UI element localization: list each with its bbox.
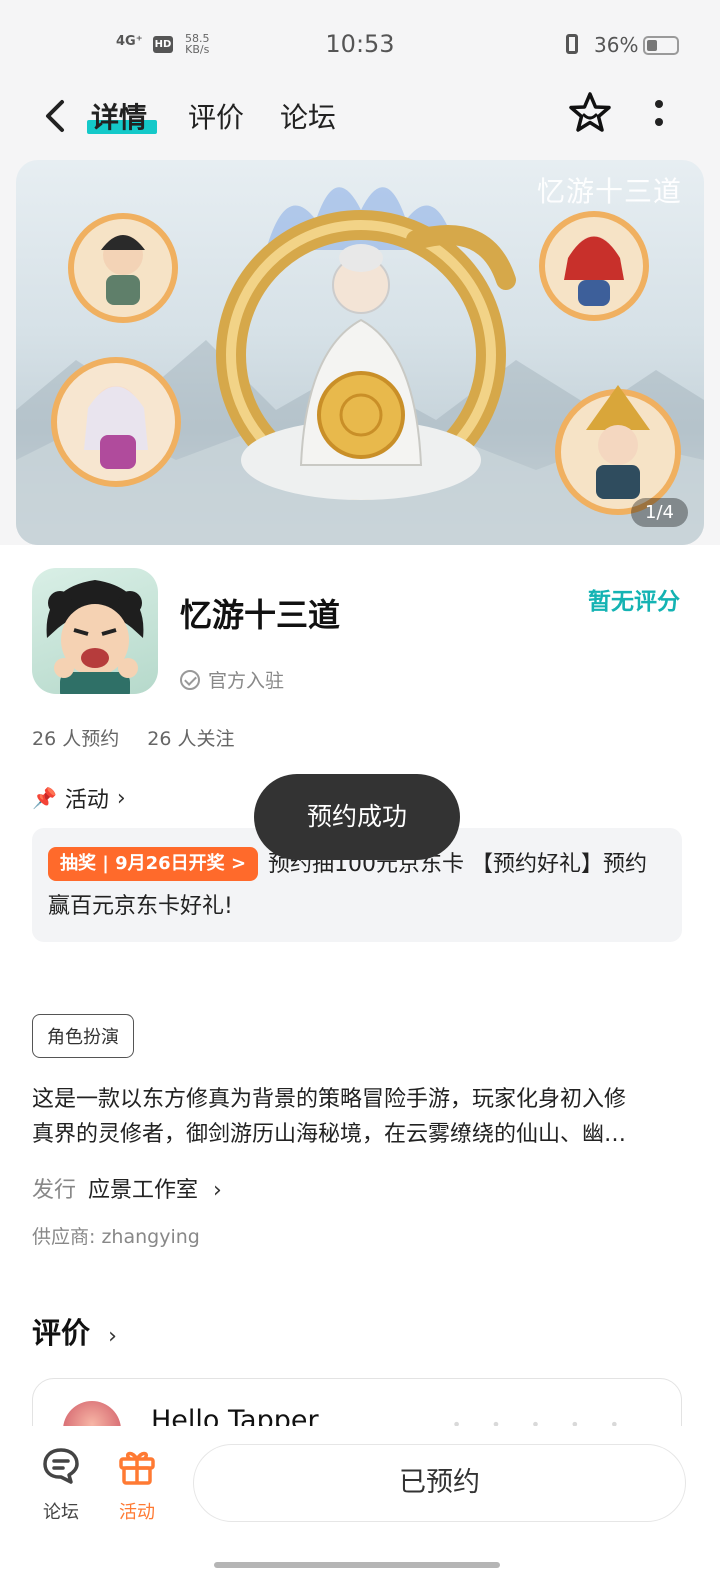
forum-label: 论坛: [43, 1502, 79, 1523]
game-description[interactable]: 这是一款以东方修真为背景的策略冒险手游，玩家化身初入修 真界的灵修者，御剑游历山…: [32, 1082, 686, 1152]
game-stats: 26 人预约 26 人关注: [32, 724, 256, 751]
forum-button[interactable]: 论坛: [31, 1446, 91, 1524]
tab-reviews[interactable]: 评价: [188, 96, 244, 136]
forum-chat-icon: [43, 1448, 79, 1484]
chevron-right-icon: ›: [116, 785, 126, 811]
activity-button[interactable]: 活动: [107, 1446, 167, 1524]
check-circle-icon: [180, 669, 200, 690]
genre-tag[interactable]: 角色扮演: [32, 1014, 134, 1058]
reserved-button[interactable]: 已预约: [193, 1444, 686, 1522]
reservation-count: 26 人预约: [32, 728, 120, 750]
favorite-star-icon[interactable]: [566, 90, 614, 138]
vibrate-icon: [566, 34, 578, 54]
toast-message: 预约成功: [254, 774, 460, 860]
activity-header[interactable]: 📌 活动 ›: [32, 782, 126, 814]
activity-label: 活动: [119, 1502, 155, 1523]
banner-page-indicator: 1/4: [631, 498, 688, 527]
back-icon[interactable]: [36, 94, 76, 138]
tab-forum[interactable]: 论坛: [280, 96, 336, 136]
follower-count: 26 人关注: [147, 728, 235, 750]
chevron-right-icon: ›: [108, 1324, 117, 1349]
chevron-right-icon: ›: [213, 1178, 222, 1203]
gift-icon: [119, 1451, 155, 1485]
publisher-name: 应景工作室: [88, 1178, 199, 1203]
pin-icon: 📌: [32, 786, 57, 810]
publisher-row[interactable]: 发行 应景工作室 ›: [32, 1172, 222, 1204]
top-nav: 详情 评价 论坛: [0, 90, 720, 160]
tab-details[interactable]: 详情: [91, 96, 147, 136]
banner-artwork: [16, 187, 704, 545]
home-indicator[interactable]: [214, 1562, 500, 1568]
official-badge: 官方入驻: [180, 666, 284, 693]
reviews-header[interactable]: 评价 ›: [32, 1310, 117, 1352]
battery-percent: 36%: [594, 33, 639, 57]
banner-logo-text: 忆游十三道: [536, 175, 682, 208]
game-title: 忆游十三道: [180, 596, 341, 634]
banner-carousel[interactable]: 忆游十三道 1/4: [16, 160, 704, 545]
details-section: 角色扮演 这是一款以东方修真为背景的策略冒险手游，玩家化身初入修 真界的灵修者，…: [0, 974, 720, 1518]
rating-status: 暂无评分: [588, 589, 680, 615]
bottom-action-bar: 论坛 活动 已预约: [0, 1426, 720, 1584]
status-bar: 4G⁺ HD 58.5 KB/s 10:53 36%: [0, 0, 720, 90]
more-options-icon[interactable]: [648, 98, 670, 128]
game-app-icon: [32, 568, 158, 694]
lottery-tag: 抽奖 | 9月26日开奖 >: [48, 847, 259, 881]
supplier-info: 供应商: zhangying: [32, 1226, 200, 1248]
battery-icon: [643, 36, 679, 55]
